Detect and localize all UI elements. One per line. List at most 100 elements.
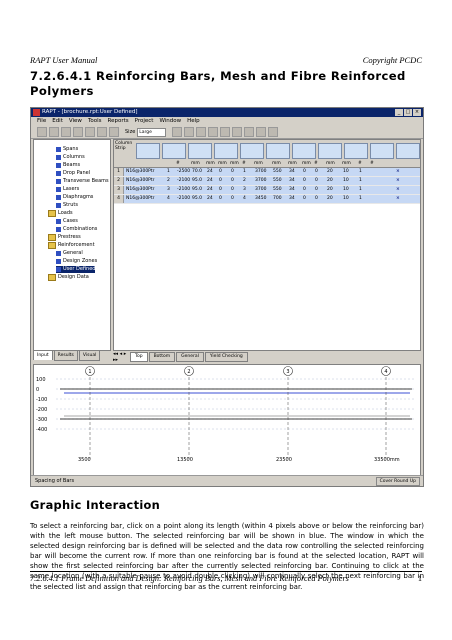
minimize-button[interactable]: _ [395,109,403,116]
menu-project[interactable]: Project [135,117,154,126]
tab-general[interactable]: General [176,352,204,362]
column-header-icon[interactable] [240,143,264,159]
table-cell[interactable]: 95.0 [192,195,202,203]
column-header-icon[interactable] [266,143,290,159]
delete-row-icon[interactable]: × [396,177,400,185]
table-row[interactable]: 3 N16@300Ptr 3 -2100 95.0 24 0 0 3 3700 550 34 0 0 20 1… [114,186,420,195]
grid-icon[interactable] [172,127,183,137]
table-row[interactable]: 4 N16@300Ptr 4 -2100 95.0 24 0 0 4 3450 700 34 0 0 20 1… [114,195,420,204]
table-cell[interactable]: 24 [207,195,213,203]
table-cell[interactable]: -2100 [177,177,190,185]
tree-item[interactable]: Struts [56,202,78,209]
table-cell[interactable]: 0 [303,177,306,185]
table-cell[interactable]: -2500 [177,168,190,176]
table-cell[interactable]: 10 [343,186,349,194]
menu-edit[interactable]: Edit [52,117,63,126]
menu-tools[interactable]: Tools [88,117,102,126]
table-cell[interactable]: 24 [207,177,213,185]
table-cell[interactable]: 10 [343,177,349,185]
delete-row-icon[interactable]: × [396,195,400,203]
table-cell[interactable]: 1 [243,168,246,176]
maximize-button[interactable]: □ [404,109,412,116]
table-cell[interactable]: 20 [327,195,333,203]
elevation-diagram[interactable]: 100 0 -100 -200 -300 -400 1 2 3 4 3500 13500 23500 33… [34,365,420,463]
table-cell[interactable]: 3450 [255,195,266,203]
column-header-icon[interactable] [292,143,316,159]
table-cell[interactable]: 34 [289,186,295,194]
menu-file[interactable]: File [37,117,46,126]
cut-icon[interactable] [85,127,95,137]
row-number[interactable]: 1 [114,168,124,176]
table-cell[interactable]: 10 [343,195,349,203]
save-icon[interactable] [61,127,71,137]
tree-item[interactable]: Design Zones [56,258,97,265]
tree-item[interactable]: General [56,250,83,257]
insert-row-icon[interactable] [196,127,207,137]
tree-item[interactable]: Drop Panel [56,170,90,177]
table-cell[interactable]: 3 [167,186,170,194]
table-cell[interactable]: -2100 [177,195,190,203]
tree-item[interactable]: Combinations [56,226,97,233]
table-cell[interactable]: 34 [289,177,295,185]
calculator-icon[interactable] [220,127,231,137]
new-file-icon[interactable] [37,127,47,137]
tree-item[interactable]: Lasers [56,186,79,193]
tree-item[interactable]: Design Data [48,274,89,281]
table-cell[interactable]: 95.0 [192,186,202,194]
table-cell[interactable]: 20 [327,168,333,176]
table-cell[interactable]: 0 [231,186,234,194]
table-cell[interactable]: 3700 [255,168,266,176]
copy-icon[interactable] [97,127,107,137]
table-cell[interactable]: 0 [303,168,306,176]
table-cell[interactable]: 0 [303,195,306,203]
table-cell[interactable]: 0 [315,177,318,185]
table-row[interactable]: 1 N16@300Ptr 1 -2500 70.0 24 0 0 1 3700 550 34 0 0 20 1… [114,168,420,177]
row-number[interactable]: 3 [114,186,124,194]
column-header-icon[interactable] [370,143,394,159]
table-cell[interactable]: N16@300Ptr [126,186,155,194]
tab-visual[interactable]: Visual [78,350,101,361]
tab-yield-checking[interactable]: Yield Checking [204,352,248,362]
table-cell[interactable]: 0 [231,177,234,185]
tab-input[interactable]: Input [33,350,53,360]
table-cell[interactable]: 3700 [255,186,266,194]
table-cell[interactable]: 1 [359,186,362,194]
help-icon[interactable] [268,127,279,137]
column-header-icon[interactable] [396,143,420,159]
table-cell[interactable]: 95.0 [192,177,202,185]
delete-row-icon[interactable]: × [396,168,400,176]
table-cell[interactable]: N16@300Ptr [126,177,155,185]
table-cell[interactable]: 0 [315,186,318,194]
table-cell[interactable]: 1 [167,168,170,176]
delete-row-icon[interactable] [208,127,219,137]
table-cell[interactable]: 0 [219,168,222,176]
table-cell[interactable]: 3 [243,186,246,194]
tree-item[interactable]: Transverse Beams [56,178,109,185]
table-cell[interactable]: 24 [207,186,213,194]
tab-results[interactable]: Results [53,350,78,361]
table-cell[interactable]: 700 [273,195,282,203]
table-cell[interactable]: 0 [219,177,222,185]
tree-item[interactable]: User Defined [56,266,96,273]
row-number[interactable]: 4 [114,195,124,203]
table-cell[interactable]: 3700 [255,177,266,185]
table-cell[interactable]: 70.0 [192,168,202,176]
column-header-icon[interactable] [344,143,368,159]
tree-item[interactable]: Diaphragms [56,194,93,201]
table-cell[interactable]: 1 [359,177,362,185]
table-cell[interactable]: N16@300Ptr [126,195,155,203]
tree-item[interactable]: Reinforcement [48,242,95,249]
tree-item[interactable]: Cases [56,218,78,225]
table-cell[interactable]: 1 [359,195,362,203]
table-cell[interactable]: 10 [343,168,349,176]
table-cell[interactable]: 20 [327,186,333,194]
table-cell[interactable]: 34 [289,195,295,203]
table-cell[interactable]: -2100 [177,186,190,194]
menu-view[interactable]: View [69,117,82,126]
column-header-icon[interactable] [162,143,186,159]
table-icon[interactable] [184,127,195,137]
menu-reports[interactable]: Reports [108,117,129,126]
table-cell[interactable]: 0 [303,186,306,194]
table-cell[interactable]: 0 [315,168,318,176]
column-header-icon[interactable] [136,143,160,159]
